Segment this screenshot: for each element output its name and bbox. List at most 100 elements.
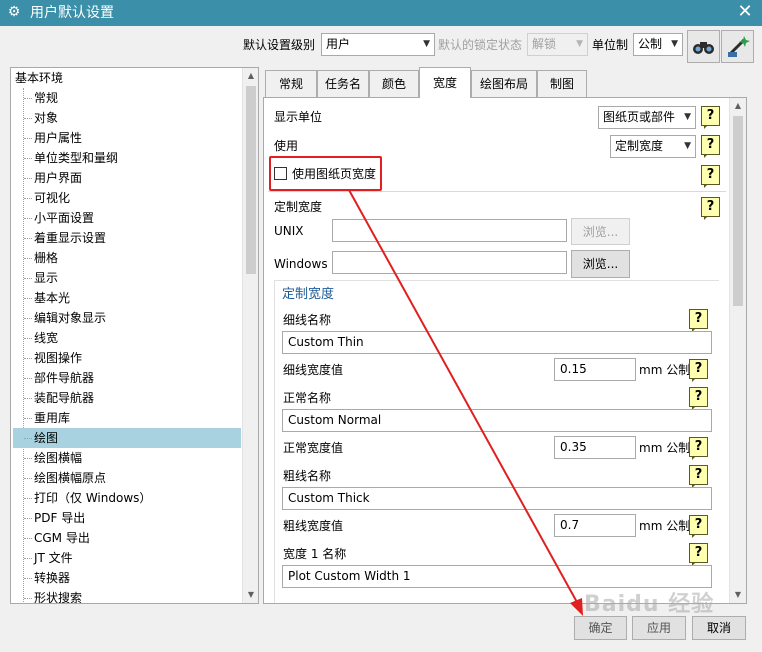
- tree-item[interactable]: 显示: [13, 268, 241, 288]
- tree-item[interactable]: 单位类型和量纲: [13, 148, 241, 168]
- help-icon[interactable]: ?: [689, 359, 708, 382]
- default-level-value: 用户: [326, 37, 351, 51]
- scroll-down-icon[interactable]: ▼: [730, 587, 746, 603]
- help-icon[interactable]: ?: [689, 309, 708, 332]
- tree-item[interactable]: 编辑对象显示: [13, 308, 241, 328]
- apply-button[interactable]: 应用: [632, 616, 686, 640]
- unix-path-input[interactable]: [332, 219, 567, 242]
- unit-system-label: 单位制: [592, 38, 629, 52]
- tree-root[interactable]: 基本环境: [15, 70, 63, 86]
- binoculars-button[interactable]: [687, 30, 720, 63]
- tree-item[interactable]: JT 文件: [13, 548, 241, 568]
- cancel-button[interactable]: 取消: [692, 616, 746, 640]
- tab-2[interactable]: 颜色: [369, 70, 419, 98]
- tree-item[interactable]: 用户界面: [13, 168, 241, 188]
- annotation-highlight-box: [269, 156, 382, 191]
- tree-item[interactable]: 可视化: [13, 188, 241, 208]
- thick-width-input[interactable]: 0.7: [554, 514, 636, 537]
- tree-item[interactable]: 绘图横幅: [13, 448, 241, 468]
- close-icon[interactable]: ✕: [734, 1, 756, 23]
- windows-path-input[interactable]: [332, 251, 567, 274]
- help-icon[interactable]: ?: [689, 515, 708, 538]
- binoculars-icon: [693, 42, 714, 54]
- thick-name-input[interactable]: Custom Thick: [282, 487, 712, 510]
- tree-item[interactable]: 打印（仅 Windows）: [13, 488, 241, 508]
- normal-width-label: 正常宽度值: [283, 441, 344, 455]
- tab-3[interactable]: 宽度: [419, 67, 471, 98]
- scroll-up-icon[interactable]: ▲: [243, 68, 258, 84]
- unix-label: UNIX: [274, 224, 304, 238]
- tree-item[interactable]: 常规: [13, 88, 241, 108]
- unit-system-select[interactable]: 公制 ▼: [633, 33, 683, 56]
- display-unit-value: 图纸页或部件: [603, 110, 676, 124]
- separator: [268, 191, 726, 192]
- tree-item[interactable]: 线宽: [13, 328, 241, 348]
- unit-suffix: mm 公制: [639, 441, 691, 455]
- tree-item[interactable]: 用户属性: [13, 128, 241, 148]
- help-icon[interactable]: ?: [689, 543, 708, 566]
- gear-icon: ⚙: [7, 4, 21, 20]
- tree-item[interactable]: 部件导航器: [13, 368, 241, 388]
- width1-name-input[interactable]: Plot Custom Width 1: [282, 565, 712, 588]
- tree-item[interactable]: 着重显示设置: [13, 228, 241, 248]
- custom-width-label: 定制宽度: [274, 200, 323, 214]
- tree-item[interactable]: 对象: [13, 108, 241, 128]
- use-value: 定制宽度: [615, 139, 664, 153]
- tree-item[interactable]: 小平面设置: [13, 208, 241, 228]
- tree-item[interactable]: 绘图: [13, 428, 241, 448]
- tree-item[interactable]: 基本光: [13, 288, 241, 308]
- thin-name-input[interactable]: Custom Thin: [282, 331, 712, 354]
- help-icon[interactable]: ?: [701, 106, 720, 129]
- default-level-select[interactable]: 用户 ▼: [321, 33, 435, 56]
- tree-item[interactable]: 转换器: [13, 568, 241, 588]
- help-icon[interactable]: ?: [689, 387, 708, 410]
- display-unit-select[interactable]: 图纸页或部件 ▼: [598, 106, 696, 129]
- unit-suffix: mm 公制: [639, 363, 691, 377]
- tree-item[interactable]: 栅格: [13, 248, 241, 268]
- wand-icon: [727, 36, 750, 57]
- thick-name-label: 粗线名称: [283, 469, 332, 483]
- help-icon[interactable]: ?: [701, 165, 720, 188]
- scroll-thumb[interactable]: [733, 116, 743, 306]
- tab-4[interactable]: 绘图布局: [471, 70, 537, 98]
- thin-width-input[interactable]: 0.15: [554, 358, 636, 381]
- windows-browse-button[interactable]: 浏览...: [571, 250, 630, 278]
- chevron-down-icon: ▼: [684, 141, 691, 151]
- help-icon[interactable]: ?: [701, 197, 720, 220]
- thin-width-label: 细线宽度值: [283, 363, 344, 377]
- use-select[interactable]: 定制宽度 ▼: [610, 135, 696, 158]
- scroll-up-icon[interactable]: ▲: [730, 98, 746, 114]
- tab-1[interactable]: 任务名: [317, 70, 369, 98]
- tree-scrollbar[interactable]: ▲ ▼: [242, 68, 258, 603]
- thick-width-label: 粗线宽度值: [283, 519, 344, 533]
- wizard-button[interactable]: [721, 30, 754, 63]
- unix-browse-button: 浏览...: [571, 218, 630, 245]
- title-bar: ⚙ 用户默认设置 ✕: [0, 0, 762, 26]
- ok-button[interactable]: 确定: [574, 616, 627, 640]
- group-title: 定制宽度: [282, 287, 335, 302]
- unit-system-value: 公制: [638, 37, 663, 51]
- scroll-thumb[interactable]: [246, 86, 256, 274]
- tree-item[interactable]: 形状搜索: [13, 588, 241, 603]
- settings-tree[interactable]: 基本环境 常规 对象 用户属性 单位类型和量纲 用户界面 可视化 小平面设置 着重显示设置 栅格…: [10, 67, 259, 604]
- tree-item[interactable]: 视图操作: [13, 348, 241, 368]
- panel-scrollbar[interactable]: ▲ ▼: [729, 98, 746, 603]
- width1-name-label: 宽度 1 名称: [283, 547, 347, 561]
- help-icon[interactable]: ?: [689, 437, 708, 460]
- lock-state-value: 解锁: [532, 37, 557, 51]
- normal-name-input[interactable]: Custom Normal: [282, 409, 712, 432]
- tree-item[interactable]: 装配导航器: [13, 388, 241, 408]
- tab-5[interactable]: 制图: [537, 70, 587, 98]
- tab-0[interactable]: 常规: [265, 70, 317, 98]
- help-icon[interactable]: ?: [701, 135, 720, 158]
- unit-suffix: mm 公制: [639, 519, 691, 533]
- tree-item[interactable]: 重用库: [13, 408, 241, 428]
- tree-item[interactable]: CGM 导出: [13, 528, 241, 548]
- scroll-down-icon[interactable]: ▼: [243, 587, 258, 603]
- tree-item[interactable]: 绘图横幅原点: [13, 468, 241, 488]
- tree-item[interactable]: PDF 导出: [13, 508, 241, 528]
- help-icon[interactable]: ?: [689, 465, 708, 488]
- chevron-down-icon: ▼: [576, 39, 583, 49]
- default-level-label: 默认设置级别: [243, 38, 316, 52]
- normal-width-input[interactable]: 0.35: [554, 436, 636, 459]
